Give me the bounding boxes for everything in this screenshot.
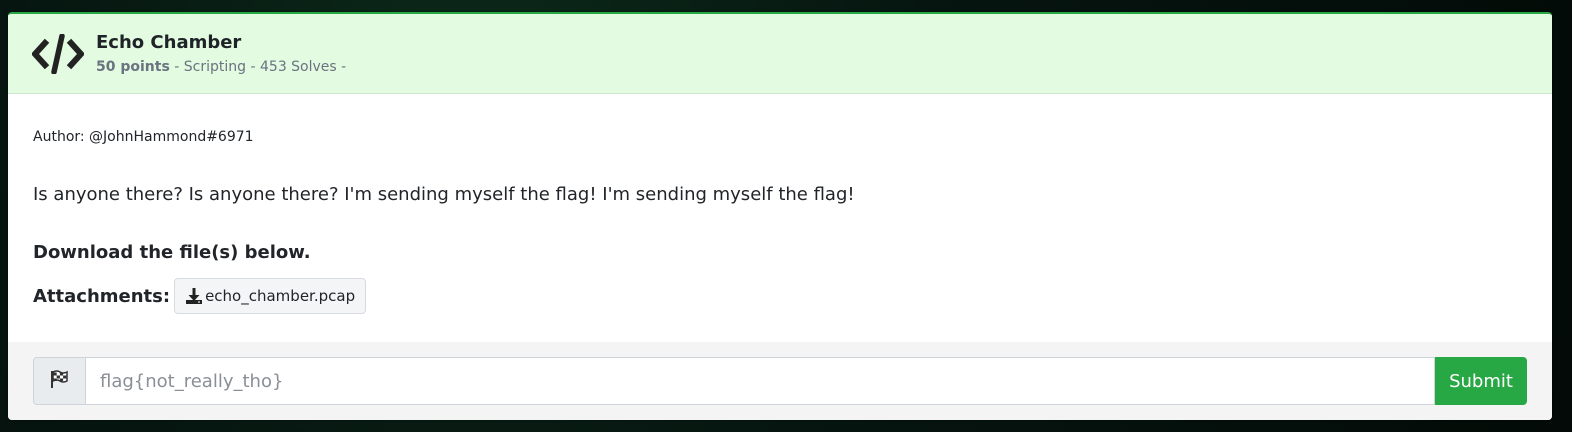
- solves-label: 453 Solves: [260, 58, 337, 75]
- submit-button[interactable]: Submit: [1435, 357, 1527, 405]
- flag-input[interactable]: [85, 357, 1435, 405]
- meta-separator: -: [341, 58, 347, 75]
- code-icon: [32, 33, 84, 74]
- attachments-label: Attachments:: [33, 285, 171, 307]
- meta-separator: -: [250, 58, 260, 75]
- author-text: Author: @JohnHammond#6971: [33, 129, 254, 145]
- attachment-filename: echo_chamber.pcap: [205, 287, 356, 305]
- download-icon: [185, 287, 203, 305]
- title-block: Echo Chamber 50 points - Scripting - 453…: [96, 32, 346, 76]
- challenge-body: Author: @JohnHammond#6971 Is anyone ther…: [8, 128, 1552, 314]
- download-note: Download the file(s) below.: [33, 242, 311, 263]
- challenge-card: Echo Chamber 50 points - Scripting - 453…: [8, 12, 1552, 420]
- checkered-flag-icon: [49, 369, 71, 393]
- points-label: 50 points: [96, 58, 170, 75]
- challenge-title: Echo Chamber: [96, 31, 242, 53]
- flag-submission-footer: Submit: [8, 342, 1552, 420]
- flag-input-group: Submit: [33, 357, 1527, 405]
- challenge-header: Echo Chamber 50 points - Scripting - 453…: [8, 14, 1552, 94]
- flag-addon: [33, 357, 85, 405]
- meta-separator: -: [174, 58, 184, 75]
- category-label: Scripting: [183, 58, 247, 75]
- attachment-download-button[interactable]: echo_chamber.pcap: [174, 278, 367, 314]
- challenge-meta: 50 points - Scripting - 453 Solves -: [96, 58, 346, 76]
- attachments-row: Attachments: echo_chamber.pcap: [33, 278, 1527, 314]
- challenge-description: Is anyone there? Is anyone there? I'm se…: [33, 184, 855, 205]
